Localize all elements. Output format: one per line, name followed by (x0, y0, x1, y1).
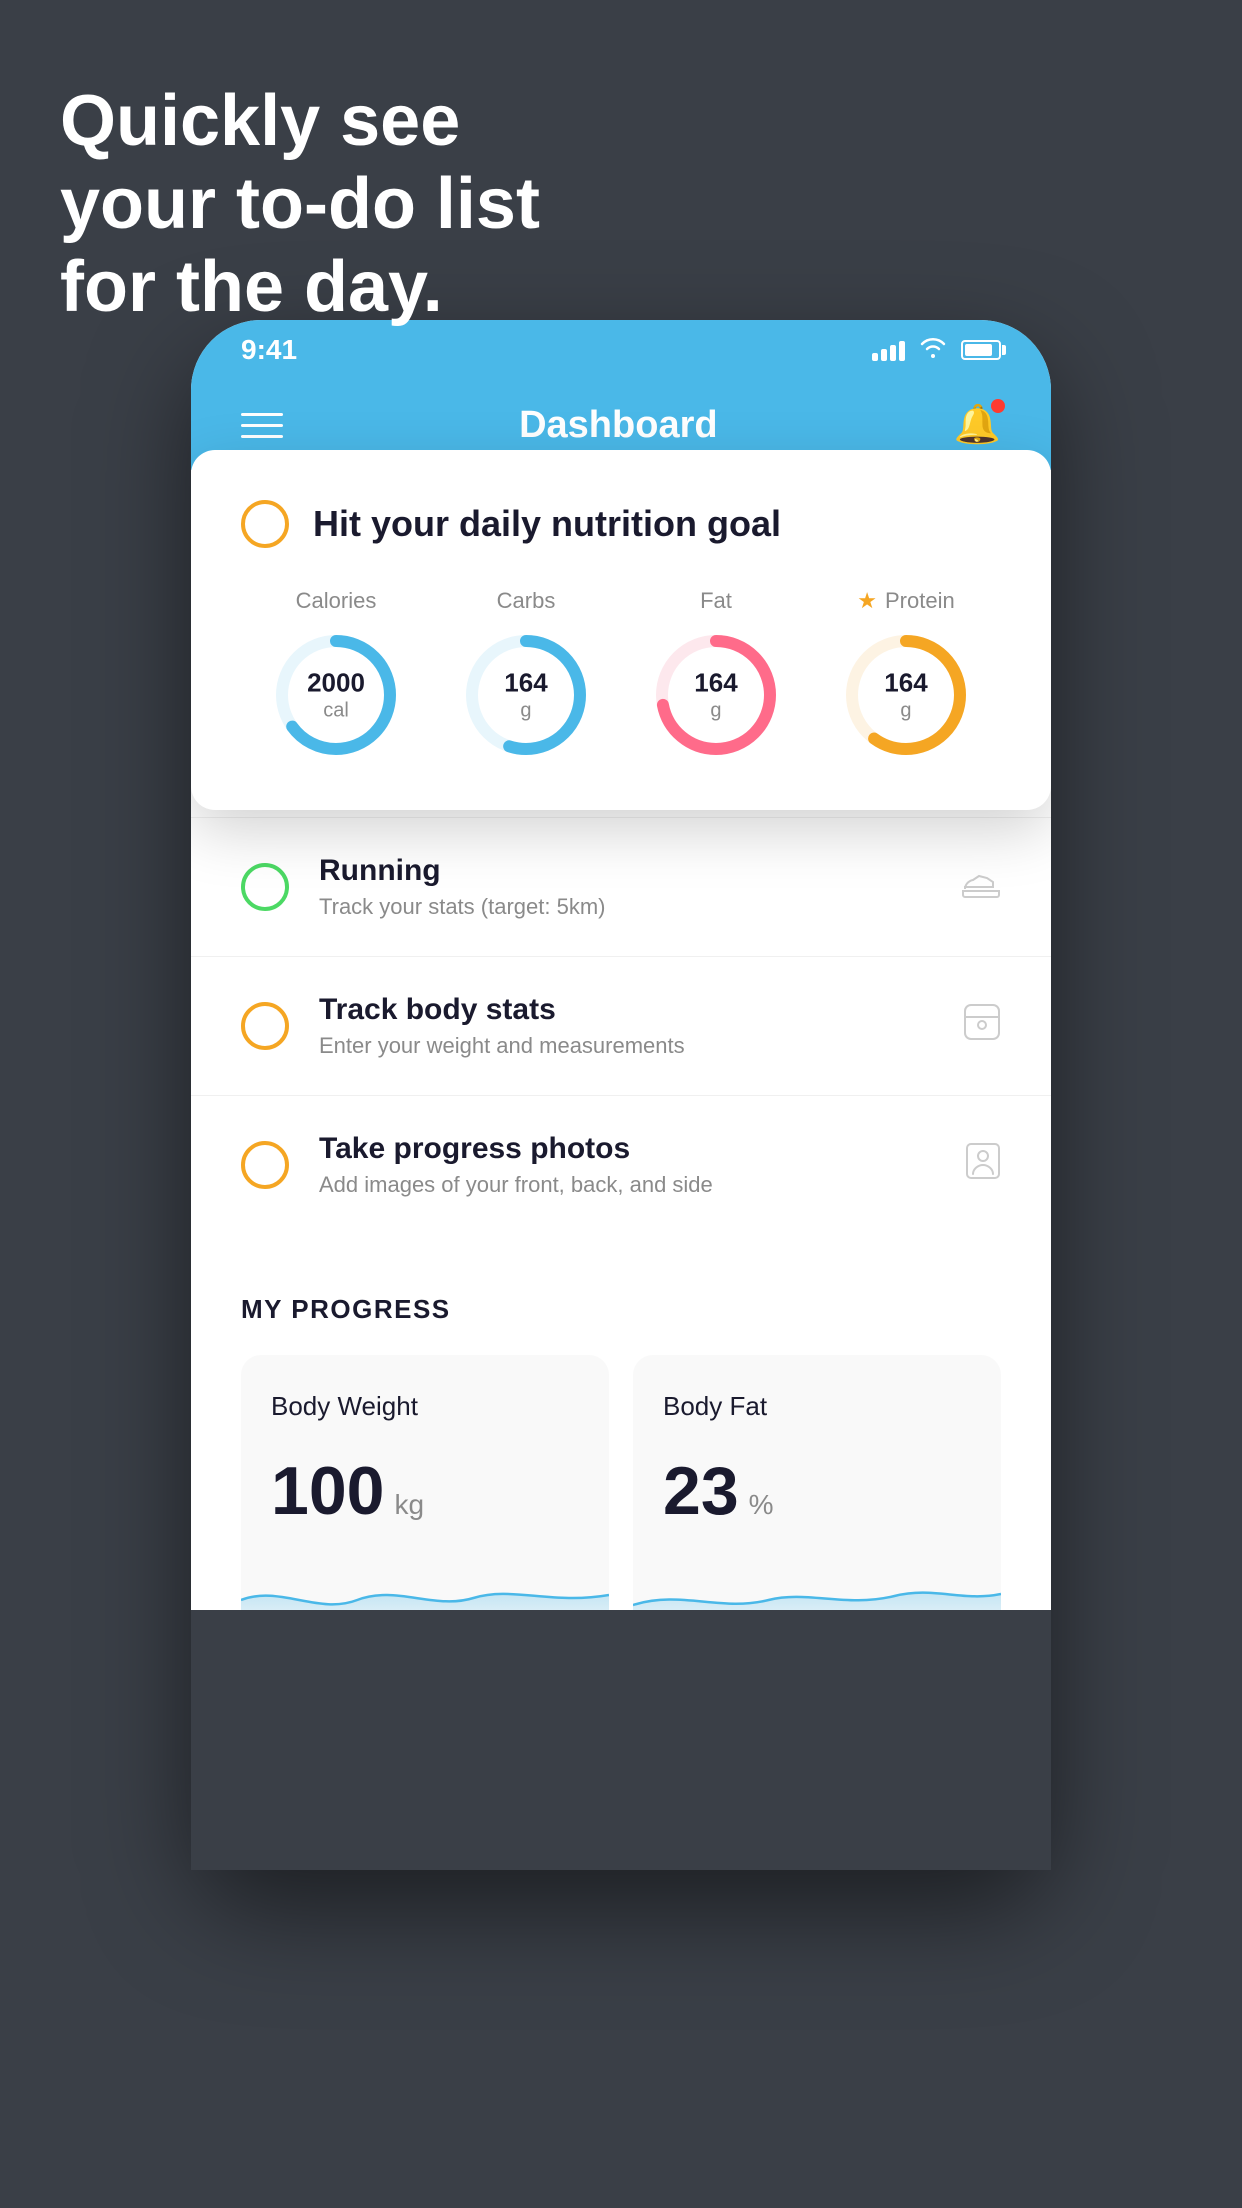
body-stats-text: Track body stats Enter your weight and m… (319, 993, 933, 1059)
todo-item-running[interactable]: Running Track your stats (target: 5km) (191, 817, 1051, 956)
body-fat-value-row: 23 % (663, 1452, 971, 1530)
body-weight-value: 100 (271, 1452, 384, 1530)
body-weight-title: Body Weight (271, 1391, 579, 1422)
status-time: 9:41 (241, 334, 297, 366)
todo-item-body-stats[interactable]: Track body stats Enter your weight and m… (191, 956, 1051, 1095)
hero-line1: Quickly see (60, 80, 540, 163)
hero-line3: for the day. (60, 246, 540, 329)
nutrition-checkbox[interactable] (241, 500, 289, 548)
running-shoe-icon (961, 866, 1001, 908)
running-title: Running (319, 854, 931, 888)
carbs-donut: 164 g (461, 630, 591, 760)
protein-label: ★ Protein (857, 588, 954, 614)
nutrition-card-title: Hit your daily nutrition goal (313, 503, 781, 545)
nutrition-carbs: Carbs 164 g (461, 588, 591, 760)
running-subtitle: Track your stats (target: 5km) (319, 894, 931, 920)
wifi-icon (919, 336, 947, 364)
carbs-label: Carbs (497, 588, 556, 614)
body-fat-unit: % (749, 1489, 774, 1521)
body-stats-subtitle: Enter your weight and measurements (319, 1033, 933, 1059)
body-fat-value: 23 (663, 1452, 739, 1530)
photos-title: Take progress photos (319, 1132, 935, 1166)
nutrition-calories: Calories 2000 cal (271, 588, 401, 760)
body-weight-unit: kg (394, 1489, 424, 1521)
fat-label: Fat (700, 588, 732, 614)
hero-text: Quickly see your to-do list for the day. (60, 80, 540, 328)
hamburger-menu[interactable] (241, 413, 283, 438)
protein-donut: 164 g (841, 630, 971, 760)
todo-item-photos[interactable]: Take progress photos Add images of your … (191, 1095, 1051, 1234)
nutrition-circles: Calories 2000 cal (241, 588, 1001, 760)
notification-bell-icon[interactable]: 🔔 (954, 403, 1001, 447)
progress-cards: Body Weight 100 kg (241, 1355, 1001, 1630)
body-weight-card: Body Weight 100 kg (241, 1355, 609, 1630)
calories-label: Calories (296, 588, 377, 614)
fat-donut: 164 g (651, 630, 781, 760)
body-fat-card: Body Fat 23 % (633, 1355, 1001, 1630)
photos-checkbox[interactable] (241, 1141, 289, 1189)
body-stats-title: Track body stats (319, 993, 933, 1027)
calories-donut: 2000 cal (271, 630, 401, 760)
running-checkbox[interactable] (241, 863, 289, 911)
photos-subtitle: Add images of your front, back, and side (319, 1172, 935, 1198)
hero-line2: your to-do list (60, 163, 540, 246)
nutrition-card-header: Hit your daily nutrition goal (241, 500, 1001, 548)
star-icon: ★ (857, 588, 877, 614)
nutrition-fat: Fat 164 g (651, 588, 781, 760)
body-weight-value-row: 100 kg (271, 1452, 579, 1530)
status-bar: 9:41 (191, 320, 1051, 380)
scale-icon (963, 1003, 1001, 1050)
battery-icon (961, 340, 1001, 360)
status-icons (872, 336, 1001, 364)
body-stats-checkbox[interactable] (241, 1002, 289, 1050)
todo-list: Running Track your stats (target: 5km) (191, 817, 1051, 1234)
signal-icon (872, 339, 905, 361)
nutrition-protein: ★ Protein 164 g (841, 588, 971, 760)
nutrition-card: Hit your daily nutrition goal Calories (191, 450, 1051, 810)
progress-heading: MY PROGRESS (241, 1294, 1001, 1325)
body-fat-title: Body Fat (663, 1391, 971, 1422)
photos-text: Take progress photos Add images of your … (319, 1132, 935, 1198)
nav-title: Dashboard (519, 404, 717, 447)
person-icon (965, 1142, 1001, 1189)
notification-dot (991, 399, 1005, 413)
phone-mockup: 9:41 (191, 320, 1051, 1870)
running-text: Running Track your stats (target: 5km) (319, 854, 931, 920)
dark-blob (191, 1610, 1051, 1870)
